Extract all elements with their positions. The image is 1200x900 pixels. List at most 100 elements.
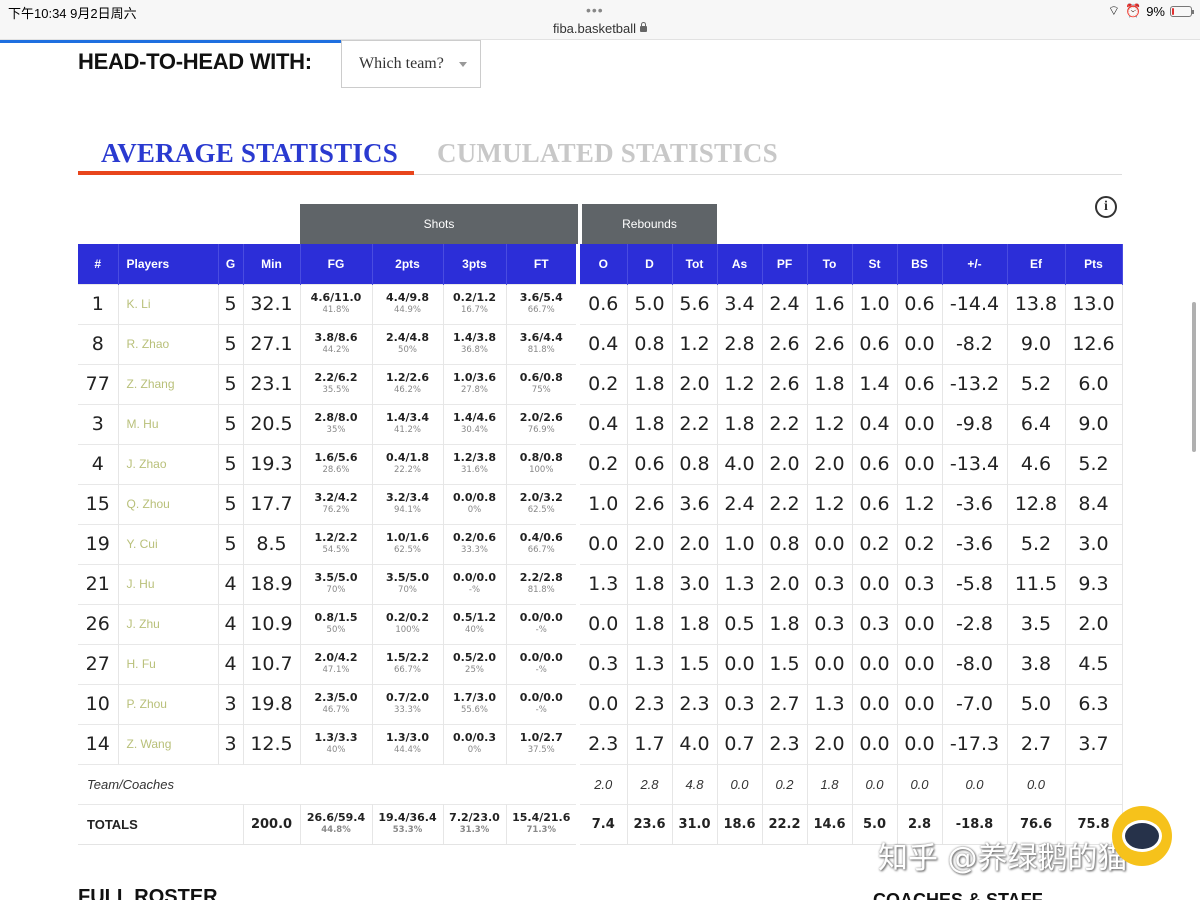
col-header-efficiency[interactable]: Ef <box>1007 244 1066 284</box>
minutes-cell: 19.3 <box>243 443 301 484</box>
blocked-shots-cell: 0.6 <box>897 283 943 324</box>
3pts-percent: 0% <box>467 505 482 515</box>
games-cell: 5 <box>218 523 244 564</box>
player-name-link[interactable]: Z. Zhang <box>118 363 219 404</box>
col-header-offensive-rebounds[interactable]: O <box>576 244 628 284</box>
team-select-value: Which team? <box>359 55 444 72</box>
fg-made-attempted: 3.2/4.2 <box>314 491 358 504</box>
player-number: 3 <box>78 403 119 444</box>
player-name-link[interactable]: J. Hu <box>118 563 219 604</box>
totals-turnovers: 14.6 <box>807 803 853 845</box>
more-dots-icon[interactable]: ••• <box>586 2 604 18</box>
player-name-link[interactable]: Q. Zhou <box>118 483 219 524</box>
col-header-blocked-shots[interactable]: BS <box>897 244 943 284</box>
col-header-fg[interactable]: FG <box>300 244 373 284</box>
3pts-percent: 30.4% <box>460 425 488 435</box>
blocked-shots-cell: 0.3 <box>897 563 943 604</box>
player-name-link[interactable]: Y. Cui <box>118 523 219 564</box>
points-cell: 3.7 <box>1065 723 1123 764</box>
blocked-shots-cell: 0.0 <box>897 443 943 484</box>
col-header-2pts[interactable]: 2pts <box>372 244 444 284</box>
col-header-plus-minus[interactable]: +/- <box>942 244 1008 284</box>
col-header-number[interactable]: # <box>78 244 119 284</box>
col-header-points[interactable]: Pts <box>1065 244 1123 284</box>
plus-minus-cell: -3.6 <box>942 523 1008 564</box>
player-name-link[interactable]: H. Fu <box>118 643 219 684</box>
col-header-personal-fouls[interactable]: PF <box>762 244 808 284</box>
2pts-percent: 22.2% <box>393 465 421 475</box>
address-bar[interactable]: fiba.basketball <box>0 21 1200 36</box>
player-name-link[interactable]: R. Zhao <box>118 323 219 364</box>
fg-percent: 40% <box>326 745 346 755</box>
efficiency-cell: 5.2 <box>1007 523 1066 564</box>
watermark-badge-icon <box>1112 806 1172 866</box>
table-header-row: # Players G Min FG 2pts 3pts FT O D Tot … <box>78 244 1123 284</box>
3pts-percent: 27.8% <box>460 385 488 395</box>
table-row: 77 Z. Zhang 5 23.1 2.2/6.2 35.5% 1.2/2.6 4… <box>78 363 1123 404</box>
fg-made-attempted: 2.0/4.2 <box>314 651 358 664</box>
offensive-rebounds-cell: 0.0 <box>576 603 628 644</box>
3pts-cell: 1.2/3.8 31.6% <box>443 443 507 484</box>
player-name-link[interactable]: J. Zhu <box>118 603 219 644</box>
player-name-link[interactable]: P. Zhou <box>118 683 219 724</box>
team-blocked-shots: 0.0 <box>897 763 943 804</box>
assists-cell: 4.0 <box>717 443 763 484</box>
ft-made-attempted: 2.0/3.2 <box>519 491 563 504</box>
ft-cell: 0.4/0.6 66.7% <box>506 523 579 564</box>
col-header-turnovers[interactable]: To <box>807 244 853 284</box>
table-row: 8 R. Zhao 5 27.1 3.8/8.6 44.2% 2.4/4.8 50%… <box>78 323 1123 364</box>
plus-minus-cell: -8.2 <box>942 323 1008 364</box>
turnovers-cell: 1.2 <box>807 403 853 444</box>
blocked-shots-cell: 0.0 <box>897 723 943 764</box>
fg-cell: 3.5/5.0 70% <box>300 563 373 604</box>
info-icon[interactable]: i <box>1095 196 1117 218</box>
col-header-minutes[interactable]: Min <box>243 244 301 284</box>
player-name-link[interactable]: J. Zhao <box>118 443 219 484</box>
3pts-percent: -% <box>468 585 481 595</box>
ft-percent: 75% <box>531 385 551 395</box>
col-header-steals[interactable]: St <box>852 244 898 284</box>
assists-cell: 0.7 <box>717 723 763 764</box>
fg-cell: 1.2/2.2 54.5% <box>300 523 373 564</box>
team-efficiency: 0.0 <box>1007 763 1066 804</box>
turnovers-cell: 1.3 <box>807 683 853 724</box>
3pts-made-attempted: 1.0/3.6 <box>453 371 496 384</box>
blocked-shots-cell: 0.2 <box>897 523 943 564</box>
offensive-rebounds-cell: 0.0 <box>576 523 628 564</box>
totals-total-rebounds: 31.0 <box>672 803 718 845</box>
col-header-3pts[interactable]: 3pts <box>443 244 507 284</box>
team-select[interactable]: Which team? <box>341 40 481 88</box>
plus-minus-cell: -5.8 <box>942 563 1008 604</box>
personal-fouls-cell: 2.6 <box>762 323 808 364</box>
games-cell: 4 <box>218 563 244 604</box>
plus-minus-cell: -2.8 <box>942 603 1008 644</box>
points-cell: 4.5 <box>1065 643 1123 684</box>
tab-cumulated-statistics[interactable]: CUMULATED STATISTICS <box>437 138 778 169</box>
table-row: 19 Y. Cui 5 8.5 1.2/2.2 54.5% 1.0/1.6 62.5… <box>78 523 1123 564</box>
games-cell: 5 <box>218 483 244 524</box>
col-header-assists[interactable]: As <box>717 244 763 284</box>
col-header-players[interactable]: Players <box>118 244 219 284</box>
player-name-link[interactable]: K. Li <box>118 283 219 324</box>
player-number: 26 <box>78 603 119 644</box>
scrollbar-thumb[interactable] <box>1192 302 1196 452</box>
col-header-ft[interactable]: FT <box>506 244 579 284</box>
col-header-total-rebounds[interactable]: Tot <box>672 244 718 284</box>
efficiency-cell: 3.8 <box>1007 643 1066 684</box>
plus-minus-cell: -13.2 <box>942 363 1008 404</box>
player-name-link[interactable]: Z. Wang <box>118 723 219 764</box>
assists-cell: 1.2 <box>717 363 763 404</box>
blocked-shots-cell: 0.0 <box>897 403 943 444</box>
minutes-cell: 32.1 <box>243 283 301 324</box>
personal-fouls-cell: 2.0 <box>762 563 808 604</box>
col-header-defensive-rebounds[interactable]: D <box>627 244 673 284</box>
status-bar: 下午10:34 9月2日周六 ••• fiba.basketball ⌔ ⏰ 9… <box>0 0 1200 40</box>
tab-average-statistics[interactable]: AVERAGE STATISTICS <box>101 138 398 169</box>
personal-fouls-cell: 1.5 <box>762 643 808 684</box>
offensive-rebounds-cell: 1.0 <box>576 483 628 524</box>
efficiency-cell: 3.5 <box>1007 603 1066 644</box>
fg-percent: 28.6% <box>322 465 350 475</box>
3pts-made-attempted: 0.2/1.2 <box>453 291 496 304</box>
player-name-link[interactable]: M. Hu <box>118 403 219 444</box>
col-header-games[interactable]: G <box>218 244 244 284</box>
